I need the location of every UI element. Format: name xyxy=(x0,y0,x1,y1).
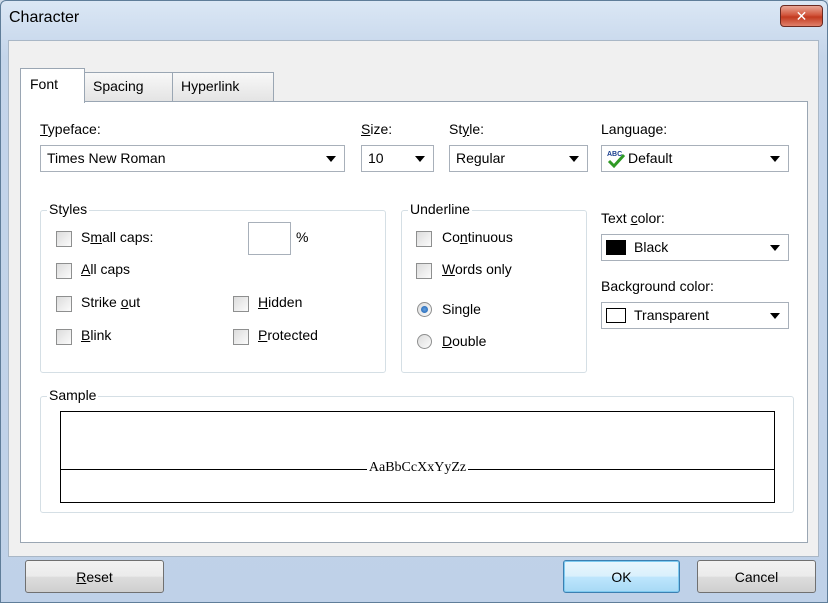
background-color-select[interactable]: Transparent xyxy=(601,302,789,329)
language-select[interactable]: ABC Default xyxy=(601,145,789,172)
style-label: Style: xyxy=(449,121,485,137)
size-value: 10 xyxy=(368,150,384,166)
language-value: Default xyxy=(628,150,673,166)
continuous-label: Continuous xyxy=(442,229,513,245)
typeface-label: Typeface: xyxy=(40,121,101,137)
tab-spacing[interactable]: Spacing xyxy=(84,72,173,102)
percent-sign: % xyxy=(296,229,309,245)
chevron-down-icon xyxy=(415,156,425,162)
words-only-checkbox[interactable] xyxy=(416,263,432,279)
background-color-value: Transparent xyxy=(634,307,709,323)
sample-group-title: Sample xyxy=(47,387,99,403)
text-color-label: Text color: xyxy=(601,210,665,226)
chevron-down-icon xyxy=(770,245,780,251)
tab-hyperlink-label: Hyperlink xyxy=(181,78,240,94)
language-label: Language: xyxy=(601,121,668,137)
svg-text:ABC: ABC xyxy=(607,151,622,158)
size-select[interactable]: 10 xyxy=(361,145,434,172)
cancel-button[interactable]: Cancel xyxy=(697,560,816,593)
chevron-down-icon xyxy=(770,156,780,162)
typeface-value: Times New Roman xyxy=(47,150,166,166)
all-caps-checkbox[interactable] xyxy=(56,263,72,279)
blink-checkbox[interactable] xyxy=(56,329,72,345)
single-label: Single xyxy=(442,301,481,317)
chevron-down-icon xyxy=(569,156,579,162)
double-radio[interactable] xyxy=(417,334,432,349)
underline-group-title: Underline xyxy=(408,201,472,217)
dialog-title: Character xyxy=(9,9,80,26)
close-button[interactable]: ✕ xyxy=(780,5,823,27)
chevron-down-icon xyxy=(326,156,336,162)
style-value: Regular xyxy=(456,150,506,166)
cancel-label: Cancel xyxy=(734,568,779,585)
reset-button[interactable]: Reset xyxy=(25,560,164,593)
text-color-select[interactable]: Black xyxy=(601,234,789,261)
tab-hyperlink[interactable]: Hyperlink xyxy=(172,72,274,102)
background-color-swatch xyxy=(606,308,626,323)
font-tab-panel: Typeface: Times New Roman Size: 10 Style… xyxy=(20,101,808,543)
text-color-value: Black xyxy=(634,239,669,255)
background-color-label: Background color: xyxy=(601,278,714,294)
small-caps-percent-input[interactable] xyxy=(248,222,291,255)
sample-text: AaBbCcXxYyZz xyxy=(366,460,469,476)
tab-spacing-label: Spacing xyxy=(93,78,144,94)
ok-label: OK xyxy=(611,568,632,585)
spellcheck-icon: ABC xyxy=(607,151,626,169)
sample-preview: AaBbCcXxYyZz xyxy=(60,411,775,503)
single-radio[interactable] xyxy=(417,302,432,317)
typeface-select[interactable]: Times New Roman xyxy=(40,145,345,172)
hidden-checkbox[interactable] xyxy=(233,296,249,312)
title-bar[interactable]: Character xyxy=(0,0,828,40)
small-caps-label: Small caps: xyxy=(81,229,154,245)
strike-out-label: Strike out xyxy=(81,294,141,310)
tab-font[interactable]: Font xyxy=(20,68,85,103)
protected-label: Protected xyxy=(258,327,318,343)
words-only-label: Words only xyxy=(442,261,512,277)
reset-label: Reset xyxy=(76,568,113,585)
chevron-down-icon xyxy=(770,313,780,319)
small-caps-checkbox[interactable] xyxy=(56,231,72,247)
strike-out-checkbox[interactable] xyxy=(56,296,72,312)
tab-font-label: Font xyxy=(30,76,59,92)
text-color-swatch xyxy=(606,240,626,255)
close-icon: ✕ xyxy=(795,8,808,24)
styles-group-title: Styles xyxy=(47,201,90,217)
size-label: Size: xyxy=(361,121,393,137)
continuous-checkbox[interactable] xyxy=(416,231,432,247)
style-select[interactable]: Regular xyxy=(449,145,588,172)
hidden-label: Hidden xyxy=(258,294,303,310)
all-caps-label: All caps xyxy=(81,261,131,277)
blink-label: Blink xyxy=(81,327,112,343)
protected-checkbox[interactable] xyxy=(233,329,249,345)
ok-button[interactable]: OK xyxy=(563,560,680,593)
double-label: Double xyxy=(442,333,487,349)
